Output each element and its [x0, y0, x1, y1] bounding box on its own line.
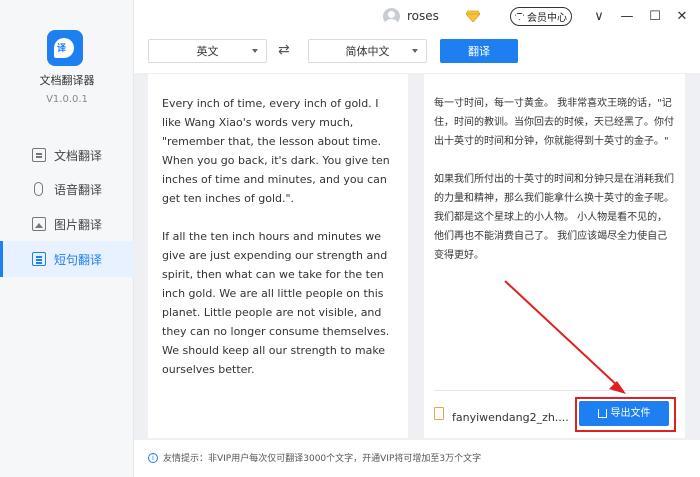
diamond-icon	[515, 13, 524, 20]
translation-paragraph: 如果我们所付出的十英寸的时间和分钟只是在消耗我们的力量和精神，那么我们能拿什么换…	[434, 174, 674, 261]
tip-bar: i 友情提示：非VIP用户每次仅可翻译3000个文字，开通VIP将可增加至3万个…	[148, 451, 481, 464]
member-center-button[interactable]: 会员中心	[510, 7, 572, 26]
source-text-area[interactable]: Every inch of time, every inch of gold. …	[148, 74, 408, 438]
microphone-icon	[34, 182, 43, 196]
member-center-label: 会员中心	[527, 13, 567, 24]
sidebar-item-image-translate[interactable]: 图片翻译	[0, 206, 134, 242]
user-avatar[interactable]	[383, 8, 400, 25]
source-language-select[interactable]: 英文	[148, 39, 267, 63]
divider	[434, 390, 675, 391]
chevron-down-icon	[412, 49, 418, 53]
swap-languages-icon[interactable]: ⇄	[278, 42, 290, 58]
sidebar-item-label: 语音翻译	[54, 182, 103, 197]
translation-paragraph: 每一寸时间，每一寸黄金。 我非常喜欢王晓的话，"记住，时间的教训。当你回去的时候…	[434, 98, 674, 147]
translate-button[interactable]: 翻译	[440, 39, 518, 63]
app-name: 文档翻译器	[39, 74, 95, 87]
tip-text: 友情提示：非VIP用户每次仅可翻译3000个文字，开通VIP将可增加至3万个文字	[163, 454, 482, 464]
chevron-down-icon	[252, 49, 258, 53]
sidebar-item-document-translate[interactable]: 文档翻译	[0, 137, 134, 173]
minimize-button[interactable]: —	[618, 7, 636, 25]
menu-dropdown-button[interactable]: ∨	[590, 7, 608, 25]
translation-result-area: 每一寸时间，每一寸黄金。 我非常喜欢王晓的话，"记住，时间的教训。当你回去的时候…	[424, 74, 685, 438]
source-paragraph: Every inch of time, every inch of gold. …	[162, 97, 390, 205]
source-paragraph: If all the ten inch hours and minutes we…	[162, 230, 390, 376]
username[interactable]: roses	[407, 9, 439, 23]
sidebar-item-label: 图片翻译	[54, 217, 103, 232]
sidebar-item-short-translate[interactable]: 短句翻译	[0, 241, 134, 277]
app-logo-icon: 译	[47, 30, 83, 66]
close-button[interactable]: ✕	[673, 7, 691, 25]
sidebar: 译 文档翻译器 V1.0.0.1 文档翻译 语音翻译 图片翻译 短句翻译	[0, 0, 134, 477]
maximize-button[interactable]: ☐	[646, 7, 664, 25]
target-language-select[interactable]: 简体中文	[308, 39, 427, 63]
sidebar-item-label: 短句翻译	[54, 252, 103, 267]
source-language-value: 英文	[196, 45, 219, 58]
app-version: V1.0.0.1	[46, 94, 88, 105]
short-text-icon	[32, 252, 46, 266]
sidebar-item-voice-translate[interactable]: 语音翻译	[0, 171, 134, 207]
annotation-highlight-box	[575, 397, 676, 432]
image-icon	[32, 217, 46, 231]
output-file-name[interactable]: fanyiwendang2_zh....	[452, 408, 569, 427]
file-icon	[434, 407, 444, 420]
info-icon: i	[148, 452, 158, 463]
sidebar-item-label: 文档翻译	[54, 148, 103, 163]
document-icon	[32, 148, 46, 162]
target-language-value: 简体中文	[345, 45, 390, 58]
vip-diamond-icon[interactable]	[466, 10, 480, 22]
